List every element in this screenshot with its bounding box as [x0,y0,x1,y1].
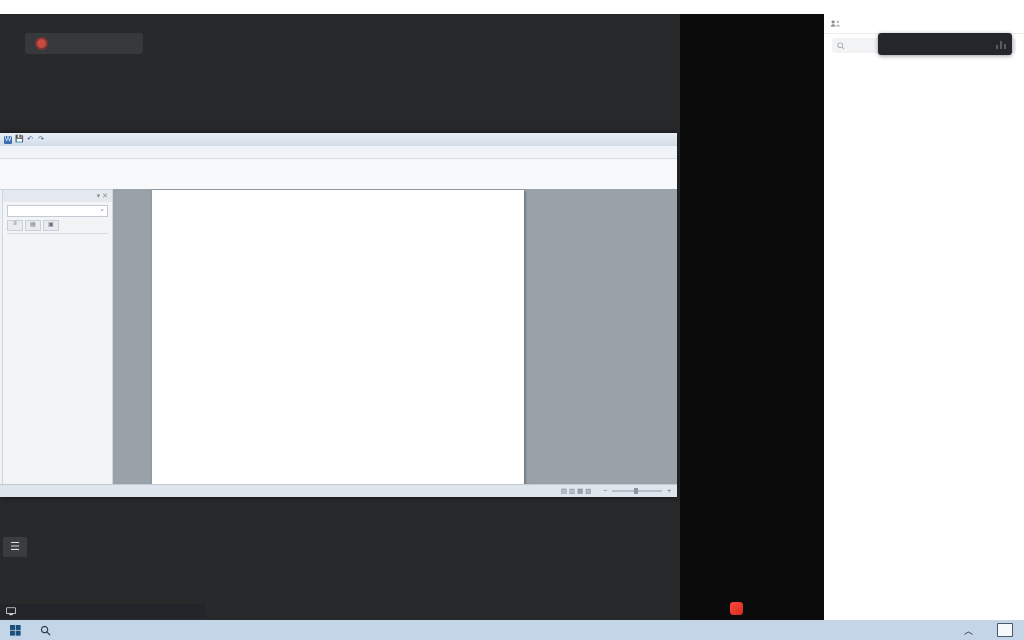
tray-expand-icon[interactable]: ︿ [964,624,973,637]
word-window: W 💾 ↶ ↷ ▾ ✕ ⌕ ≡ ▤ ▣ [0,133,677,497]
nav-tab-pages[interactable]: ▤ [25,220,41,231]
zoom-slider[interactable] [612,490,662,492]
sogou-ime-icon[interactable] [730,602,743,615]
zoom-out-button[interactable]: − [603,488,607,495]
word-quick-access-toolbar[interactable]: W 💾 ↶ ↷ [0,136,45,144]
monitor-icon [6,607,16,616]
maximize-button[interactable] [988,0,1006,14]
save-icon[interactable]: 💾 [15,136,23,144]
action-center-icon[interactable] [997,623,1013,637]
system-tray: ︿ [964,620,1024,640]
search-icon [837,42,845,50]
nav-tab-results[interactable]: ▣ [43,220,59,231]
view-buttons[interactable]: ▤▥▦▧ [561,487,594,495]
nav-tab-headings[interactable]: ≡ [7,220,23,231]
recording-dot-icon [35,37,48,50]
minimize-button[interactable] [970,0,988,14]
redo-icon[interactable]: ↷ [37,136,45,144]
taskbar-search-button[interactable] [30,620,60,640]
nav-search-input[interactable]: ⌕ [7,205,108,217]
close-button[interactable] [1006,0,1024,14]
sidebar-toggle-button[interactable]: ☰ [3,537,27,557]
word-logo-icon: W [4,136,12,144]
search-icon[interactable]: ⌕ [100,207,104,215]
zoom-in-button[interactable]: + [667,488,671,495]
video-thumbnails-column [680,14,824,624]
members-panel [824,14,1024,624]
start-button[interactable] [0,620,30,640]
nav-pane-close-icon[interactable]: ▾ ✕ [97,192,108,200]
audio-wave-icon [996,39,1006,49]
screen-share-indicator [0,604,206,618]
word-ribbon-tabs [0,146,677,159]
recording-badge [25,33,143,54]
members-panel-footer [824,590,1024,624]
word-titlebar[interactable]: W 💾 ↶ ↷ [0,133,677,146]
document-page[interactable] [152,190,524,486]
members-panel-header [824,14,1024,34]
ime-toolbar[interactable] [726,601,753,616]
meeting-window-titlebar [0,0,1024,15]
taskbar: ︿ [0,620,1024,640]
member-list [824,55,1024,590]
speaking-toast [878,33,1012,55]
word-navigation-pane: ▾ ✕ ⌕ ≡ ▤ ▣ [2,189,113,486]
word-document-area [113,189,677,486]
people-icon [830,19,841,28]
word-ribbon [0,159,677,190]
undo-icon[interactable]: ↶ [26,136,34,144]
word-status-bar: ▤▥▦▧ − + [0,484,677,497]
